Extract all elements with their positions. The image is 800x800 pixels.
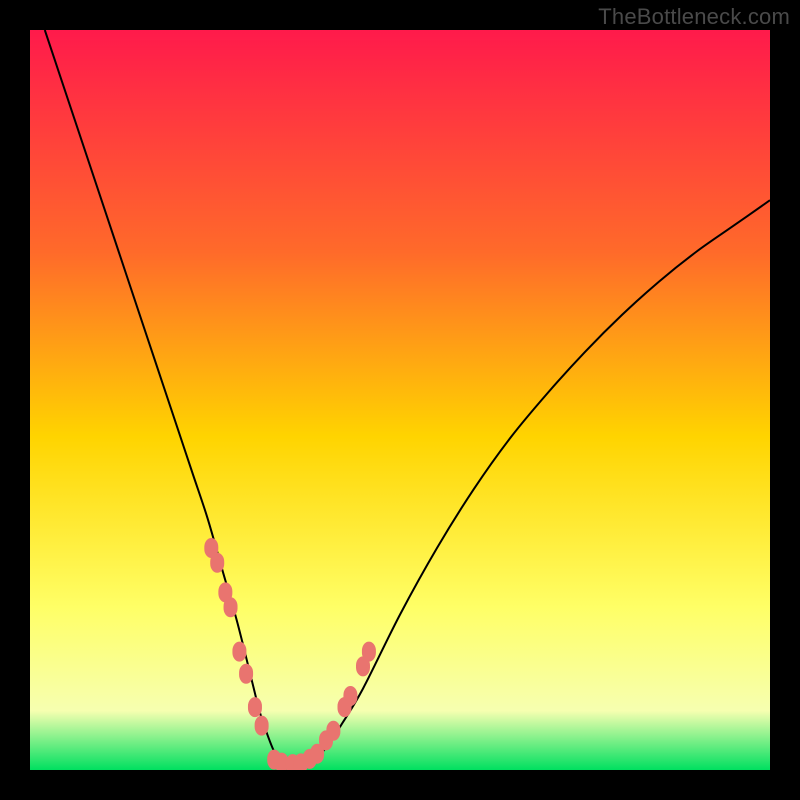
marker-point [210,553,224,573]
marker-point [362,642,376,662]
watermark-text: TheBottleneck.com [598,4,790,30]
gradient-background [30,30,770,770]
marker-point [232,642,246,662]
chart-svg [30,30,770,770]
marker-point [326,721,340,741]
plot-area [30,30,770,770]
chart-frame: TheBottleneck.com [0,0,800,800]
marker-point [248,697,262,717]
marker-point [343,686,357,706]
marker-point [224,597,238,617]
marker-point [255,716,269,736]
marker-point [239,664,253,684]
